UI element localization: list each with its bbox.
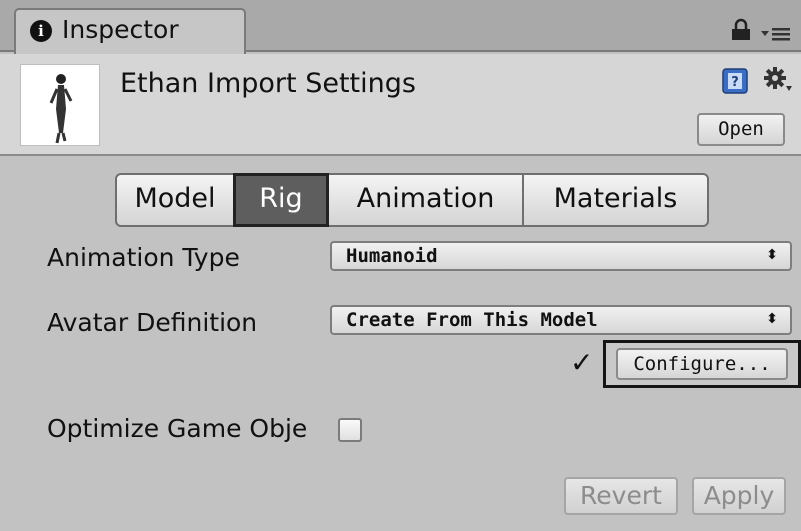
revert-button[interactable]: Revert <box>564 477 678 515</box>
optimize-game-objects-label: Optimize Game Obje <box>47 414 308 443</box>
configure-highlight: Configure... <box>603 340 801 388</box>
animation-type-dropdown[interactable]: Humanoid ⬍ <box>330 241 792 271</box>
import-settings-header: Ethan Import Settings ? Open <box>0 54 801 156</box>
tab-rig[interactable]: Rig <box>233 173 329 227</box>
optimize-game-objects-checkbox[interactable] <box>338 418 362 442</box>
model-thumbnail <box>20 64 100 146</box>
help-book-icon[interactable]: ? <box>722 68 748 94</box>
inspector-tab-bar: i Inspector <box>0 0 801 54</box>
open-button[interactable]: Open <box>697 113 785 146</box>
inspector-tab-label: Inspector <box>62 15 179 44</box>
configure-button[interactable]: Configure... <box>616 348 788 380</box>
tab-model[interactable]: Model <box>115 173 235 227</box>
svg-text:?: ? <box>731 75 739 90</box>
page-title: Ethan Import Settings <box>120 68 416 99</box>
animation-type-label: Animation Type <box>47 243 240 272</box>
lock-icon[interactable] <box>730 18 752 42</box>
avatar-definition-value: Create From This Model <box>346 309 598 331</box>
info-icon: i <box>30 20 52 42</box>
tab-materials[interactable]: Materials <box>522 173 709 227</box>
avatar-definition-label: Avatar Definition <box>47 308 258 337</box>
gear-icon[interactable] <box>762 66 794 96</box>
apply-button[interactable]: Apply <box>692 477 786 515</box>
inspector-tab[interactable]: i Inspector <box>14 8 246 54</box>
checkmark-icon: ✓ <box>570 346 594 379</box>
dropdown-arrow-icon: ⬍ <box>766 311 778 327</box>
animation-type-value: Humanoid <box>346 245 438 267</box>
menu-icon[interactable] <box>760 24 792 44</box>
avatar-definition-dropdown[interactable]: Create From This Model ⬍ <box>330 305 792 335</box>
dropdown-arrow-icon: ⬍ <box>766 247 778 263</box>
tab-animation[interactable]: Animation <box>327 173 524 227</box>
